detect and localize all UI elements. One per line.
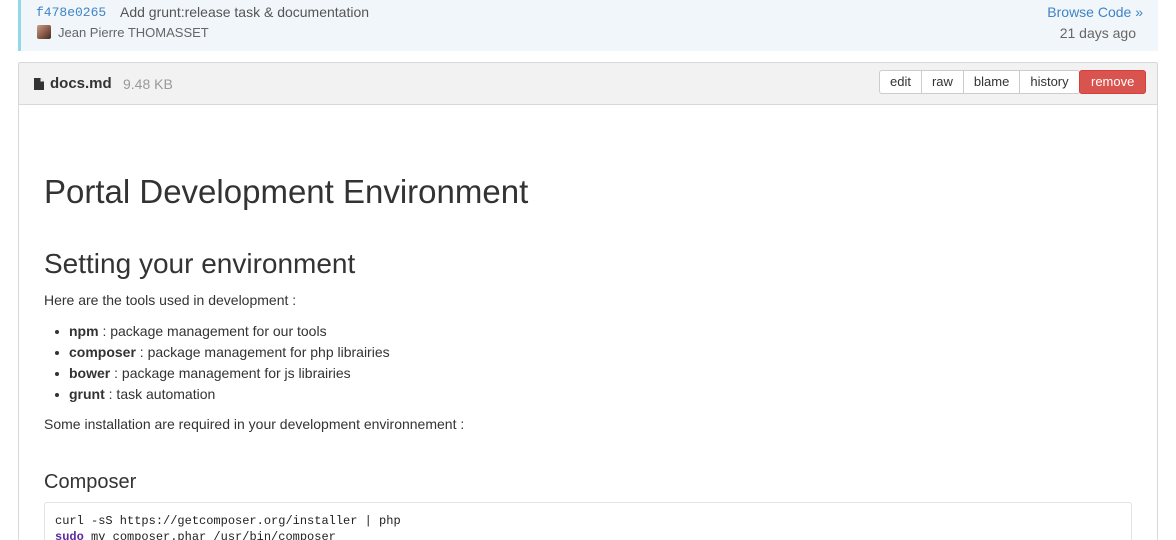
section-heading: Setting your environment: [44, 248, 356, 279]
list-item: npm : package management for our tools: [51, 321, 390, 342]
commit-bar: f478e0265 Add grunt:release task & docum…: [18, 0, 1158, 51]
raw-button[interactable]: raw: [920, 70, 964, 94]
file-actions: edit raw blame history: [879, 70, 1080, 94]
file-icon: [34, 78, 44, 90]
code-line: sudo mv composer.phar /usr/bin/composer: [55, 529, 1121, 540]
code-line: curl -sS https://getcomposer.org/install…: [55, 514, 401, 528]
bullet-icon: [55, 393, 59, 397]
tool-desc: : package management for js librairies: [110, 365, 351, 381]
tool-name: composer: [69, 344, 136, 360]
tool-name: npm: [69, 323, 99, 339]
edit-button[interactable]: edit: [879, 70, 922, 94]
file-box: docs.md 9.48 KB edit raw blame history r…: [18, 62, 1158, 540]
tool-desc: : task automation: [104, 386, 216, 402]
intro-text: Here are the tools used in development :: [44, 292, 297, 308]
blame-button[interactable]: blame: [962, 70, 1021, 94]
file-size: 9.48 KB: [123, 76, 173, 92]
remove-button[interactable]: remove: [1079, 70, 1147, 94]
code-block: curl -sS https://getcomposer.org/install…: [44, 502, 1132, 540]
bullet-icon: [55, 330, 59, 334]
tool-desc: : package management for our tools: [98, 323, 327, 339]
commit-time: 21 days ago: [1059, 25, 1136, 41]
install-note: Some installation are required in your d…: [44, 416, 465, 432]
commit-sha-link[interactable]: f478e0265: [36, 5, 106, 20]
avatar: [37, 25, 51, 39]
file-name: docs.md: [50, 75, 112, 92]
bullet-icon: [55, 372, 59, 376]
code-text: mv composer.phar /usr/bin/composer: [83, 530, 336, 540]
history-button[interactable]: history: [1019, 70, 1080, 94]
list-item: grunt : task automation: [51, 384, 390, 405]
file-header: docs.md 9.48 KB edit raw blame history r…: [19, 63, 1157, 105]
list-item: composer : package management for php li…: [51, 342, 390, 363]
tool-desc: : package management for php librairies: [135, 344, 390, 360]
code-keyword: sudo: [55, 530, 84, 540]
tool-name: bower: [69, 365, 111, 381]
page-title: Portal Development Environment: [44, 173, 529, 210]
bullet-icon: [55, 351, 59, 355]
browse-code-link[interactable]: Browse Code »: [1047, 4, 1143, 20]
tool-name: grunt: [69, 386, 105, 402]
list-item: bower : package management for js librai…: [51, 363, 390, 384]
commit-author: Jean Pierre THOMASSET: [58, 25, 209, 40]
commit-message: Add grunt:release task & documentation: [120, 4, 370, 20]
composer-heading: Composer: [44, 471, 137, 493]
tool-list: npm : package management for our tools c…: [51, 321, 390, 405]
